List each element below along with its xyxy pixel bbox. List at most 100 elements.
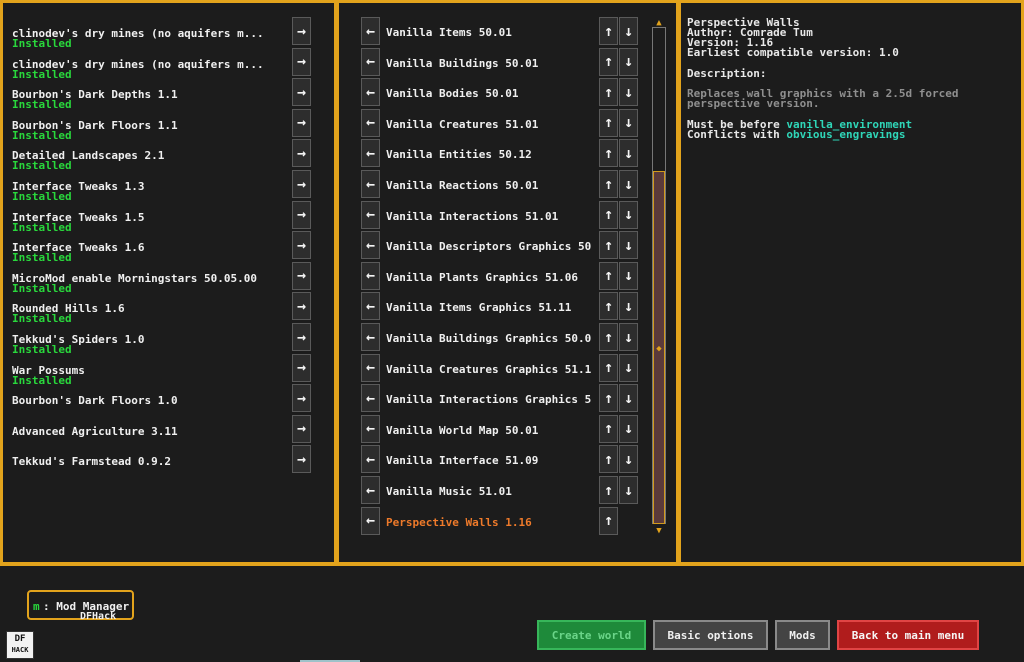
- move-down-button[interactable]: ↓: [619, 108, 638, 137]
- move-up-button[interactable]: ↑: [599, 292, 618, 321]
- active-mod-name[interactable]: Vanilla World Map 50.01: [386, 424, 598, 437]
- remove-mod-button[interactable]: ←: [361, 323, 380, 351]
- active-mod-name[interactable]: Vanilla Interactions Graphics 5: [386, 393, 598, 406]
- remove-mod-button[interactable]: ←: [361, 231, 380, 260]
- add-mod-button[interactable]: →: [292, 17, 311, 45]
- move-up-button[interactable]: ↑: [599, 170, 618, 198]
- add-mod-button[interactable]: →: [292, 47, 311, 76]
- add-mod-button[interactable]: →: [292, 445, 311, 474]
- move-down-button[interactable]: ↓: [619, 445, 638, 474]
- add-mod-button[interactable]: →: [292, 353, 311, 382]
- arrow-left-icon: ←: [365, 327, 376, 346]
- active-mod-name[interactable]: Vanilla Items Graphics 51.11: [386, 301, 598, 314]
- add-mod-button[interactable]: →: [292, 384, 311, 413]
- active-mod-name[interactable]: Vanilla Buildings Graphics 50.0: [386, 332, 598, 345]
- arrow-left-icon: ←: [365, 296, 376, 315]
- arrow-right-icon: →: [296, 449, 307, 468]
- remove-mod-button[interactable]: ←: [361, 47, 380, 76]
- back-to-main-menu-button[interactable]: Back to main menu: [837, 620, 979, 650]
- active-mod-name[interactable]: Vanilla Buildings 50.01: [386, 57, 598, 70]
- active-mod-name[interactable]: Vanilla Descriptors Graphics 50: [386, 240, 598, 253]
- remove-mod-button[interactable]: ←: [361, 108, 380, 137]
- move-down-button[interactable]: ↓: [619, 323, 638, 351]
- remove-mod-button[interactable]: ←: [361, 384, 380, 413]
- active-mod-name[interactable]: Vanilla Interactions 51.01: [386, 210, 598, 223]
- move-down-button[interactable]: ↓: [619, 414, 638, 443]
- active-mod-name[interactable]: Vanilla Music 51.01: [386, 485, 598, 498]
- active-mod-name[interactable]: Vanilla Plants Graphics 51.06: [386, 271, 598, 284]
- add-mod-button[interactable]: →: [292, 200, 311, 229]
- move-up-button[interactable]: ↑: [599, 261, 618, 290]
- move-down-button[interactable]: ↓: [619, 78, 638, 107]
- move-up-button[interactable]: ↑: [599, 231, 618, 260]
- arrow-down-icon: ↓: [623, 449, 634, 468]
- move-up-button[interactable]: ↑: [599, 476, 618, 504]
- remove-mod-button[interactable]: ←: [361, 170, 380, 198]
- move-up-button[interactable]: ↑: [599, 108, 618, 137]
- move-down-button[interactable]: ↓: [619, 231, 638, 260]
- add-mod-button[interactable]: →: [292, 231, 311, 260]
- move-up-button[interactable]: ↑: [599, 17, 618, 45]
- add-mod-button[interactable]: →: [292, 170, 311, 198]
- move-up-button[interactable]: ↑: [599, 353, 618, 382]
- arrow-down-icon: ↓: [623, 52, 634, 71]
- move-up-button[interactable]: ↑: [599, 445, 618, 474]
- remove-mod-button[interactable]: ←: [361, 139, 380, 168]
- active-mod-name[interactable]: Vanilla Bodies 50.01: [386, 87, 598, 100]
- move-up-button[interactable]: ↑: [599, 78, 618, 107]
- active-mod-name[interactable]: Vanilla Entities 50.12: [386, 148, 598, 161]
- remove-mod-button[interactable]: ←: [361, 78, 380, 107]
- dfhack-logo[interactable]: DF HACK: [6, 631, 34, 659]
- add-mod-button[interactable]: →: [292, 323, 311, 351]
- remove-mod-button[interactable]: ←: [361, 445, 380, 474]
- move-up-button[interactable]: ↑: [599, 414, 618, 443]
- mods-button[interactable]: Mods: [775, 620, 830, 650]
- move-down-button[interactable]: ↓: [619, 292, 638, 321]
- remove-mod-button[interactable]: ←: [361, 476, 380, 504]
- move-down-button[interactable]: ↓: [619, 47, 638, 76]
- remove-mod-button[interactable]: ←: [361, 414, 380, 443]
- remove-mod-button[interactable]: ←: [361, 17, 380, 45]
- active-mod-name[interactable]: Vanilla Creatures 51.01: [386, 118, 598, 131]
- move-down-button[interactable]: ↓: [619, 17, 638, 45]
- create-world-button[interactable]: Create world: [537, 620, 646, 650]
- move-down-button[interactable]: ↓: [619, 476, 638, 504]
- move-up-button[interactable]: ↑: [599, 47, 618, 76]
- move-down-button[interactable]: ↓: [619, 139, 638, 168]
- move-down-button[interactable]: ↓: [619, 170, 638, 198]
- move-up-button[interactable]: ↑: [599, 384, 618, 413]
- active-mod-name[interactable]: Vanilla Interface 51.09: [386, 454, 598, 467]
- add-mod-button[interactable]: →: [292, 108, 311, 137]
- selected-mod-name[interactable]: Perspective Walls 1.16: [386, 516, 598, 529]
- description-label: Description:: [687, 67, 767, 80]
- scroll-up-icon[interactable]: ▲: [653, 18, 665, 28]
- arrow-down-icon: ↓: [623, 358, 634, 377]
- remove-mod-button[interactable]: ←: [361, 353, 380, 382]
- arrow-up-icon: ↑: [603, 205, 614, 224]
- add-mod-button[interactable]: →: [292, 78, 311, 107]
- move-up-button[interactable]: ↑: [599, 139, 618, 168]
- move-up-button[interactable]: ↑: [599, 323, 618, 351]
- remove-mod-button[interactable]: ←: [361, 292, 380, 321]
- add-mod-button[interactable]: →: [292, 261, 311, 290]
- arrow-right-icon: →: [296, 388, 307, 407]
- move-down-button[interactable]: ↓: [619, 200, 638, 229]
- move-up-button[interactable]: ↑: [599, 506, 618, 535]
- add-mod-button[interactable]: →: [292, 139, 311, 168]
- move-down-button[interactable]: ↓: [619, 353, 638, 382]
- remove-mod-button[interactable]: ←: [361, 200, 380, 229]
- arrow-right-icon: →: [296, 235, 307, 254]
- active-mod-name[interactable]: Vanilla Items 50.01: [386, 26, 598, 39]
- add-mod-button[interactable]: →: [292, 292, 311, 321]
- move-down-button[interactable]: ↓: [619, 261, 638, 290]
- basic-options-button[interactable]: Basic options: [653, 620, 768, 650]
- remove-mod-button[interactable]: ←: [361, 261, 380, 290]
- add-mod-button[interactable]: →: [292, 414, 311, 443]
- active-mod-name[interactable]: Vanilla Reactions 50.01: [386, 179, 598, 192]
- active-mod-name[interactable]: Vanilla Creatures Graphics 51.1: [386, 363, 598, 376]
- move-up-button[interactable]: ↑: [599, 200, 618, 229]
- remove-mod-button[interactable]: ←: [361, 506, 380, 535]
- move-down-button[interactable]: ↓: [619, 384, 638, 413]
- arrow-left-icon: ←: [365, 82, 376, 101]
- scroll-down-icon[interactable]: ▼: [653, 526, 665, 536]
